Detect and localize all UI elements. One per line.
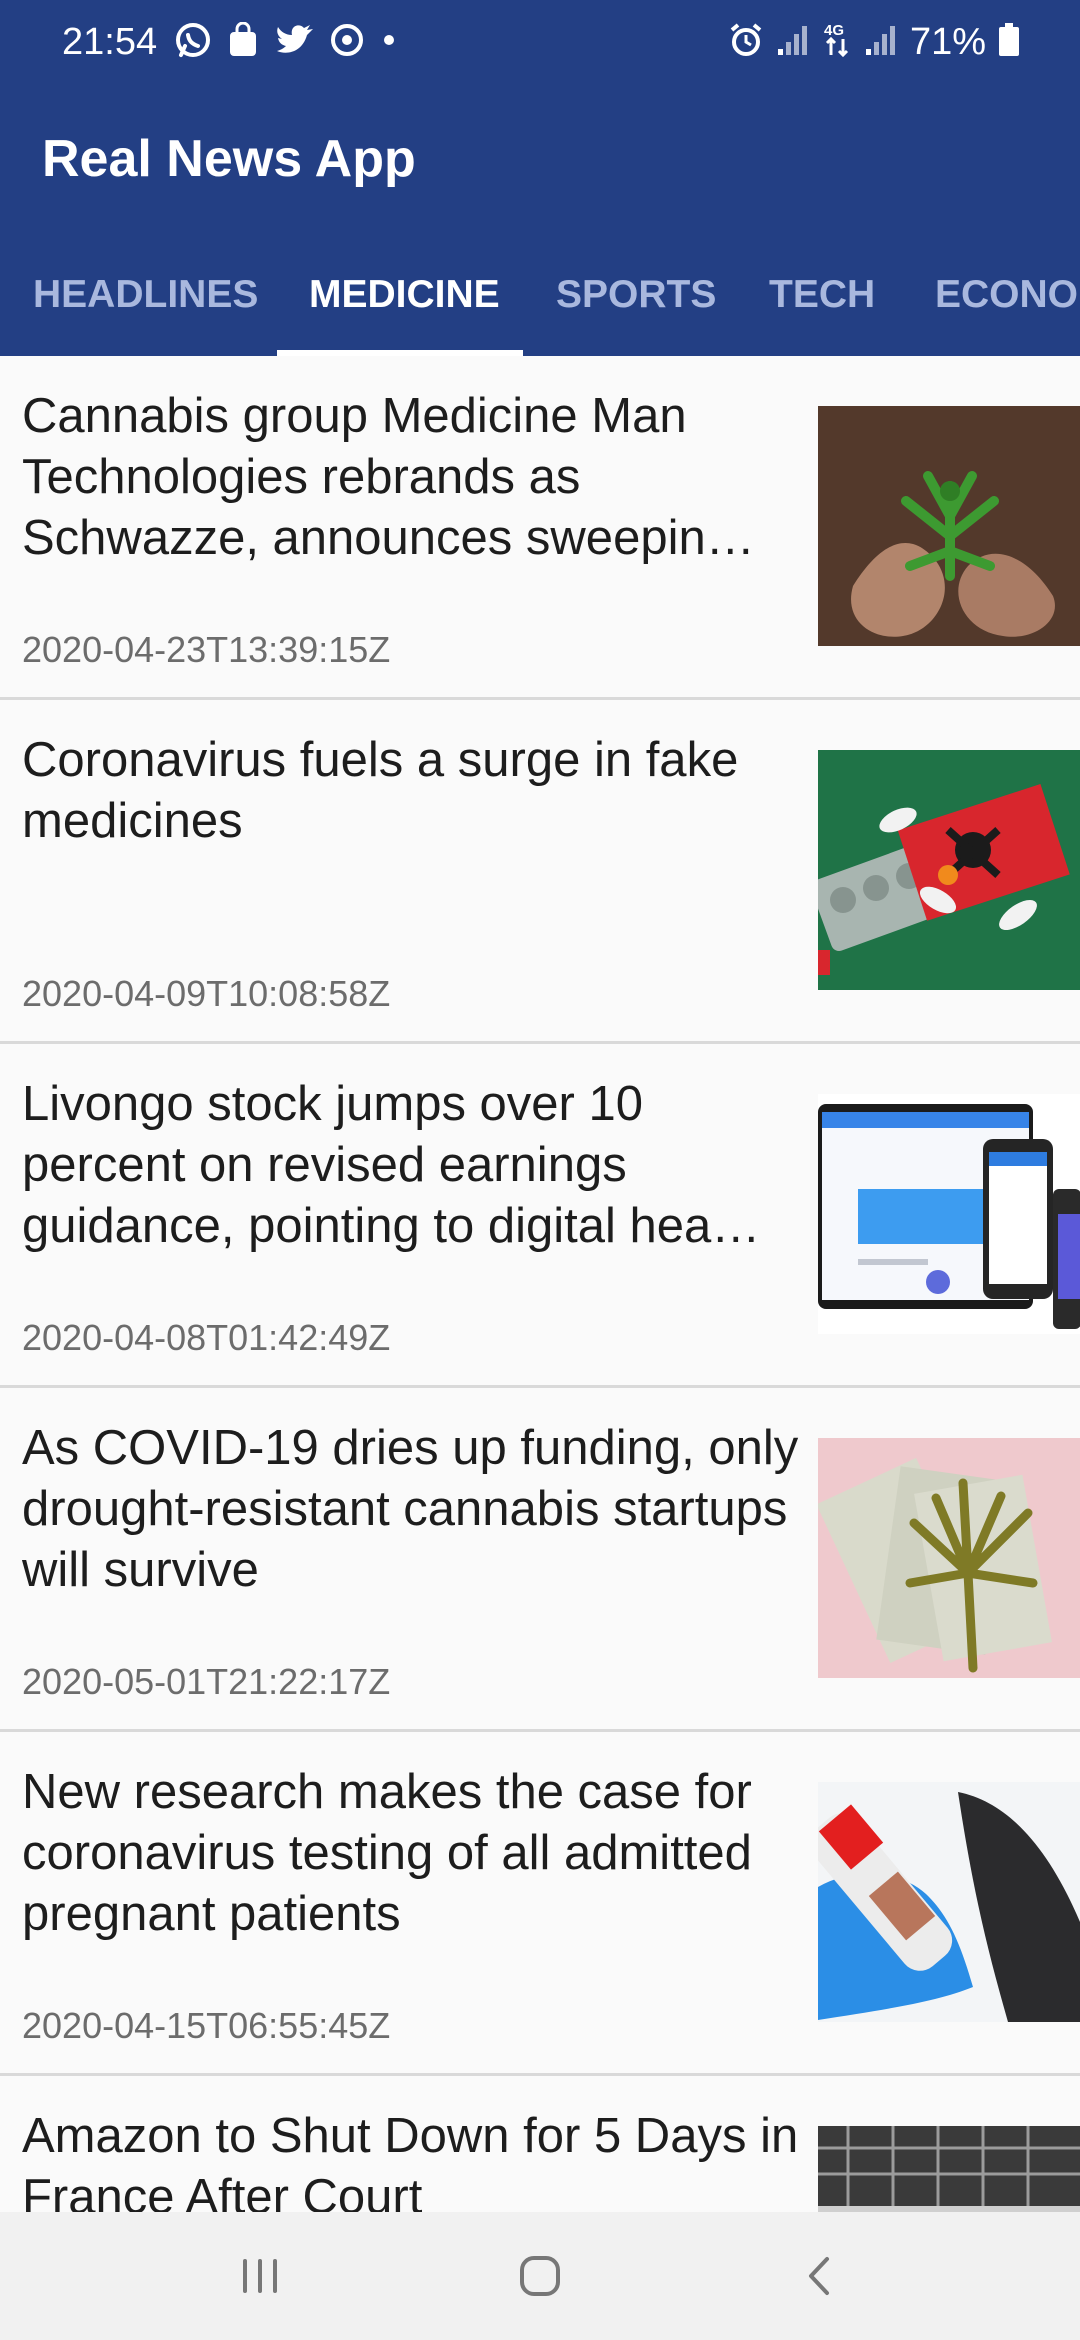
news-date: 2020-05-01T21:22:17Z [22, 1661, 391, 1702]
4g-icon: 4G [822, 21, 852, 64]
news-card[interactable]: Amazon to Shut Down for 5 Days in France… [0, 2076, 1080, 2212]
news-card[interactable]: New research makes the case for coronavi… [0, 1732, 1080, 2076]
back-icon[interactable] [780, 2236, 860, 2316]
news-card[interactable]: Livongo stock jumps over 10 percent on r… [0, 1044, 1080, 1388]
news-date: 2020-04-09T10:08:58Z [22, 973, 391, 1014]
status-time: 21:54 [62, 21, 158, 63]
alarm-icon [728, 22, 764, 63]
app-bar: Real News App [0, 84, 1080, 234]
signal-icon [864, 23, 898, 62]
system-navigation-bar [0, 2212, 1080, 2340]
status-bar: 21:54 4G 71% [0, 0, 1080, 84]
news-date: 2020-04-23T13:39:15Z [22, 629, 391, 670]
news-thumbnail [818, 2126, 1080, 2212]
news-thumbnail [818, 750, 1080, 990]
signal-icon [776, 23, 810, 62]
home-icon[interactable] [500, 2236, 580, 2316]
news-headline: Cannabis group Medicine Man Technologies… [22, 389, 755, 565]
news-thumbnail [818, 1094, 1080, 1334]
recent-apps-icon[interactable] [220, 2236, 300, 2316]
twitter-icon [274, 23, 314, 62]
tab-economy[interactable]: ECONOM [935, 234, 1080, 356]
shopping-bag-icon [226, 21, 260, 63]
news-date: 2020-04-08T01:42:49Z [22, 1317, 391, 1358]
tab-sports[interactable]: SPORTS [556, 234, 716, 356]
app-title: Real News App [42, 130, 416, 188]
news-card[interactable]: Coronavirus fuels a surge in fake medici… [0, 700, 1080, 1044]
news-thumbnail [818, 406, 1080, 646]
dot-icon [380, 31, 398, 54]
sync-icon [328, 21, 366, 64]
news-headline: New research makes the case for coronavi… [22, 1765, 752, 1941]
tab-headlines[interactable]: HEADLINES [33, 234, 258, 356]
news-headline: Livongo stock jumps over 10 percent on r… [22, 1077, 761, 1253]
news-headline: Coronavirus fuels a surge in fake medici… [22, 733, 739, 848]
news-card[interactable]: Cannabis group Medicine Man Technologies… [0, 356, 1080, 700]
news-date: 2020-04-15T06:55:45Z [22, 2005, 391, 2046]
whatsapp-icon [174, 21, 212, 64]
news-list[interactable]: Cannabis group Medicine Man Technologies… [0, 356, 1080, 2212]
status-system-icons: 4G 71% [728, 18, 1020, 66]
news-headline: Amazon to Shut Down for 5 Days in France… [22, 2109, 799, 2212]
tab-tech[interactable]: TECH [769, 234, 875, 356]
news-thumbnail [818, 1438, 1080, 1678]
battery-percentage: 71% [909, 21, 986, 63]
news-headline: As COVID-19 dries up funding, only droug… [22, 1421, 799, 1597]
news-card[interactable]: As COVID-19 dries up funding, only droug… [0, 1388, 1080, 1732]
tab-medicine[interactable]: MEDICINE [309, 234, 500, 356]
category-tabs: HEADLINES MEDICINE SPORTS TECH ECONOM [0, 234, 1080, 356]
svg-text:4G: 4G [824, 22, 844, 39]
battery-icon [998, 22, 1020, 62]
status-notification-icons [174, 18, 398, 66]
news-thumbnail [818, 1782, 1080, 2022]
